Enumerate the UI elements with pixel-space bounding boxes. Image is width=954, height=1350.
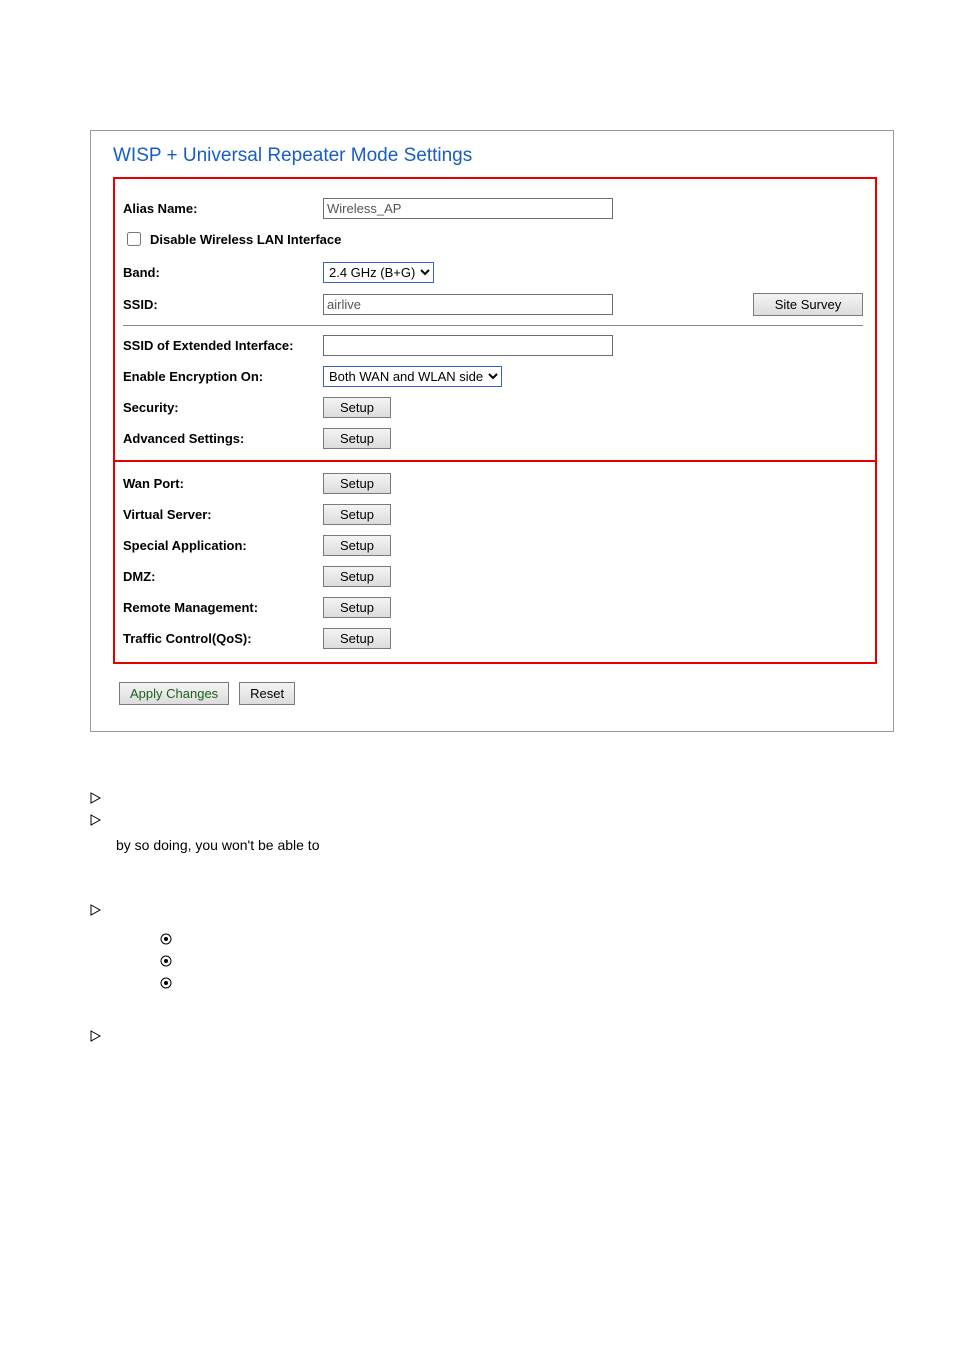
security-label: Security: (123, 400, 323, 415)
enable-encryption-select[interactable]: Both WAN and WLAN side (323, 366, 502, 387)
note-text: by so doing, you won't be able to (116, 836, 850, 854)
note-item (116, 814, 850, 832)
page-title: WISP + Universal Repeater Mode Settings (113, 145, 877, 167)
advanced-settings-label: Advanced Settings: (123, 431, 323, 446)
advanced-setup-button[interactable]: Setup (323, 428, 391, 449)
note-item (116, 792, 850, 810)
circle-dot-icon (160, 933, 172, 945)
remote-management-setup-button[interactable]: Setup (323, 597, 391, 618)
chevron-right-icon (90, 814, 106, 832)
disable-wlan-label: Disable Wireless LAN Interface (150, 232, 341, 247)
chevron-right-icon (90, 1030, 106, 1048)
wireless-settings-block: Alias Name: Disable Wireless LAN Interfa… (113, 177, 877, 462)
chevron-right-icon (90, 792, 106, 810)
dmz-setup-button[interactable]: Setup (323, 566, 391, 587)
ssid-input[interactable] (323, 294, 613, 315)
virtual-server-label: Virtual Server: (123, 507, 323, 522)
divider (123, 325, 863, 326)
special-application-setup-button[interactable]: Setup (323, 535, 391, 556)
special-application-label: Special Application: (123, 538, 323, 553)
wan-port-setup-button[interactable]: Setup (323, 473, 391, 494)
alias-name-label: Alias Name: (123, 201, 323, 216)
settings-panel: WISP + Universal Repeater Mode Settings … (90, 130, 894, 732)
circle-dot-icon (160, 977, 172, 989)
ssid-extended-input[interactable] (323, 335, 613, 356)
wan-settings-block: Wan Port: Setup Virtual Server: Setup Sp… (113, 462, 877, 664)
remote-management-label: Remote Management: (123, 600, 323, 615)
ssid-extended-label: SSID of Extended Interface: (123, 338, 323, 353)
site-survey-button[interactable]: Site Survey (753, 293, 863, 316)
dmz-label: DMZ: (123, 569, 323, 584)
enable-encryption-label: Enable Encryption On: (123, 369, 323, 384)
virtual-server-setup-button[interactable]: Setup (323, 504, 391, 525)
alias-name-input[interactable] (323, 198, 613, 219)
band-label: Band: (123, 265, 323, 280)
security-setup-button[interactable]: Setup (323, 397, 391, 418)
notes-list: by so doing, you won't be able to (90, 792, 850, 1048)
circle-dot-icon (160, 955, 172, 967)
disable-wlan-checkbox[interactable] (127, 232, 141, 246)
reset-button[interactable]: Reset (239, 682, 295, 705)
note-item (116, 1030, 850, 1048)
qos-setup-button[interactable]: Setup (323, 628, 391, 649)
band-select[interactable]: 2.4 GHz (B+G) (323, 262, 434, 283)
chevron-right-icon (90, 904, 106, 922)
ssid-label: SSID: (123, 297, 323, 312)
note-item (116, 904, 850, 922)
apply-changes-button[interactable]: Apply Changes (119, 682, 229, 705)
wan-port-label: Wan Port: (123, 476, 323, 491)
qos-label: Traffic Control(QoS): (123, 631, 323, 646)
